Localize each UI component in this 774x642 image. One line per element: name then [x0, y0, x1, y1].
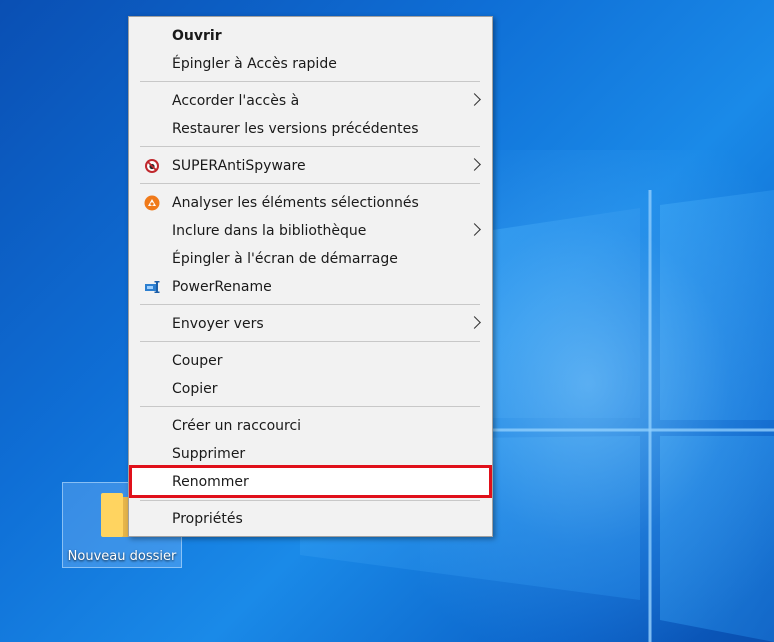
menu-item-label: Analyser les éléments sélectionnés	[172, 195, 419, 211]
menu-item-label: Envoyer vers	[172, 316, 264, 332]
menu-item-label: PowerRename	[172, 279, 272, 295]
chevron-right-icon	[468, 158, 481, 171]
avast-icon	[144, 195, 160, 211]
context-menu: Ouvrir Épingler à Accès rapide Accorder …	[128, 16, 493, 537]
menu-item-scan-selected[interactable]: Analyser les éléments sélectionnés	[130, 190, 491, 216]
chevron-right-icon	[468, 316, 481, 329]
menu-item-restore-versions[interactable]: Restaurer les versions précédentes	[130, 116, 491, 142]
menu-item-label: Propriétés	[172, 511, 243, 527]
menu-item-rename[interactable]: Renommer	[130, 469, 491, 495]
menu-item-label: Supprimer	[172, 446, 246, 462]
menu-item-label: Copier	[172, 381, 218, 397]
desktop-folder-label: Nouveau dossier	[67, 549, 177, 564]
menu-item-send-to[interactable]: Envoyer vers	[130, 311, 491, 337]
menu-item-label: Couper	[172, 353, 223, 369]
menu-item-pin-quick-access[interactable]: Épingler à Accès rapide	[130, 51, 491, 77]
menu-item-label: SUPERAntiSpyware	[172, 158, 306, 174]
menu-separator	[140, 304, 480, 305]
superantispyware-icon	[145, 159, 159, 173]
menu-item-label: Créer un raccourci	[172, 418, 302, 434]
menu-item-label: Épingler à Accès rapide	[172, 56, 337, 72]
menu-item-label: Épingler à l'écran de démarrage	[172, 251, 398, 267]
chevron-right-icon	[468, 93, 481, 106]
menu-item-pin-start[interactable]: Épingler à l'écran de démarrage	[130, 246, 491, 272]
menu-item-copy[interactable]: Copier	[130, 376, 491, 402]
menu-item-label: Ouvrir	[172, 28, 222, 44]
menu-item-cut[interactable]: Couper	[130, 348, 491, 374]
menu-item-give-access[interactable]: Accorder l'accès à	[130, 88, 491, 114]
menu-item-label: Inclure dans la bibliothèque	[172, 223, 367, 239]
menu-item-label: Renommer	[172, 474, 249, 490]
menu-item-label: Accorder l'accès à	[172, 93, 300, 109]
menu-separator	[140, 183, 480, 184]
menu-separator	[140, 406, 480, 407]
menu-separator	[140, 500, 480, 501]
menu-separator	[140, 341, 480, 342]
menu-separator	[140, 81, 480, 82]
menu-separator	[140, 146, 480, 147]
menu-item-properties[interactable]: Propriétés	[130, 506, 491, 532]
chevron-right-icon	[468, 223, 481, 236]
menu-item-delete[interactable]: Supprimer	[130, 441, 491, 467]
powerrename-icon	[145, 281, 160, 293]
menu-item-open[interactable]: Ouvrir	[130, 23, 491, 49]
menu-item-superantispyware[interactable]: SUPERAntiSpyware	[130, 153, 491, 179]
menu-item-include-library[interactable]: Inclure dans la bibliothèque	[130, 218, 491, 244]
menu-item-create-shortcut[interactable]: Créer un raccourci	[130, 413, 491, 439]
menu-item-powerrename[interactable]: PowerRename	[130, 274, 491, 300]
menu-item-label: Restaurer les versions précédentes	[172, 121, 419, 137]
